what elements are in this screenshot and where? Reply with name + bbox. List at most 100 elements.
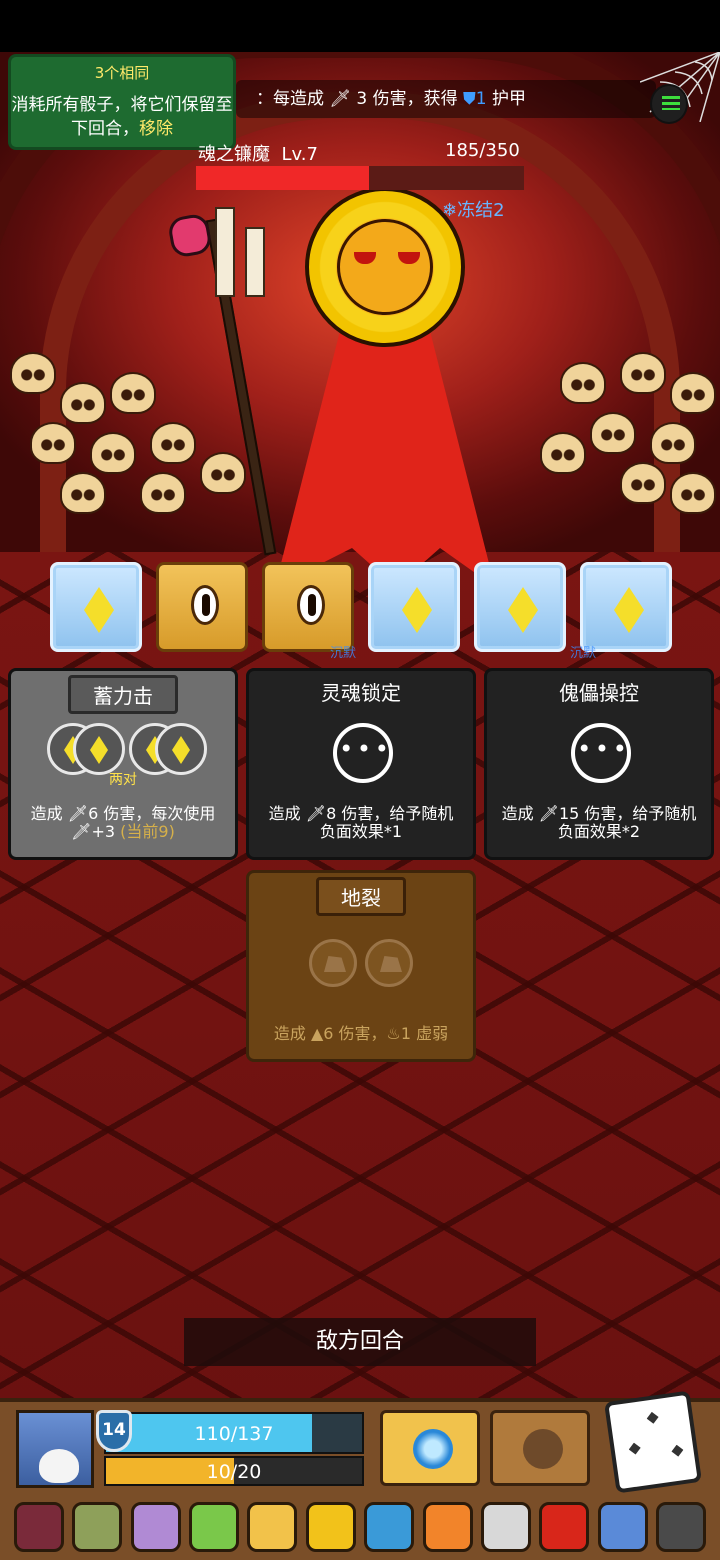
skull-pile-icon	[670, 472, 716, 514]
card-title: 灵魂锁定	[321, 681, 401, 705]
hint-text: 消耗所有骰子，将它们保留至下回合，移除	[11, 95, 233, 139]
menu-list-icon[interactable]	[650, 84, 688, 124]
silence-label: 沉默	[330, 646, 357, 661]
diamond-face-icon	[84, 587, 114, 633]
skull-pile-icon	[620, 352, 666, 394]
die-frozen[interactable]	[50, 562, 142, 652]
boss-hp-bar	[196, 166, 524, 190]
boss-eye	[354, 252, 376, 264]
swirl-icon	[413, 1429, 453, 1469]
boss-sprite[interactable]	[166, 187, 525, 597]
skull-pile-icon	[620, 462, 666, 504]
boss-eye	[398, 252, 420, 264]
roll-dice-button[interactable]	[604, 1390, 702, 1494]
diamond-face-icon	[402, 587, 432, 633]
skull-pile-icon	[60, 472, 106, 514]
snowflake-icon: ❄	[442, 200, 458, 221]
wand-icon[interactable]	[480, 1502, 531, 1552]
sword-icon: 🗡	[67, 804, 89, 823]
wizard-beard	[39, 1449, 79, 1483]
amulet-icon[interactable]	[364, 1502, 415, 1552]
spellbook-icon[interactable]	[14, 1502, 64, 1552]
dice-slot[interactable]	[155, 723, 207, 775]
player-xp-bar: 10/20	[104, 1456, 364, 1486]
skill-card-soul-lock[interactable]: 灵魂锁定 造成 🗡8 伤害，给予随机 负面效果*1	[246, 668, 476, 860]
rock-slot-icon[interactable]	[309, 939, 357, 987]
mask-icon[interactable]	[72, 1502, 123, 1552]
die-locked[interactable]	[156, 562, 248, 652]
card-description: 造成 ▲6 伤害，♨1 虚弱	[273, 1024, 449, 1043]
skull-pile-icon	[650, 422, 696, 464]
die-frozen[interactable]	[368, 562, 460, 652]
player-hp-text: 110/137	[194, 1423, 274, 1445]
diamond-icon	[90, 736, 108, 764]
rock-icon	[523, 1429, 563, 1469]
player-hp-bar: 110/137	[104, 1412, 364, 1454]
unknown-dice-icon	[333, 723, 393, 783]
skill-card-puppet-control[interactable]: 傀儡操控 造成 🗡15 伤害，给予随机 负面效果*2	[484, 668, 714, 860]
card-description: 造成 🗡8 伤害，给予随机 负面效果*1	[268, 804, 454, 841]
skull-pile-icon	[90, 432, 136, 474]
skull-pile-icon	[540, 432, 586, 474]
pumpkin-face	[337, 219, 433, 315]
skull-pile-icon	[590, 412, 636, 454]
flame-icon[interactable]	[422, 1502, 473, 1552]
orb-icon[interactable]	[597, 1502, 648, 1552]
dice-tray	[50, 562, 672, 652]
diamond-face-icon	[508, 587, 538, 633]
die-pip	[671, 1444, 685, 1458]
candle-icon	[215, 207, 235, 297]
die-pip	[646, 1411, 660, 1425]
die-frozen[interactable]	[580, 562, 672, 652]
skull-book-icon[interactable]	[655, 1502, 706, 1552]
skull-pile-icon	[140, 472, 186, 514]
die-frozen[interactable]	[474, 562, 566, 652]
skull-pile-icon	[10, 352, 56, 394]
shield-icon: ⛊	[463, 89, 476, 109]
boss-robe	[275, 327, 495, 587]
skull-pile-icon	[110, 372, 156, 414]
player-avatar[interactable]	[16, 1410, 94, 1488]
skull-pile-icon	[30, 422, 76, 464]
candle-icon	[245, 227, 265, 297]
weak-icon: ♨	[386, 1024, 401, 1043]
sword-icon: 🗡	[538, 804, 559, 823]
hint-title: 3个相同	[94, 64, 150, 82]
skill-card-charge-strike[interactable]: 蓄力击 两对 造成 🗡6 伤害，每次使用 🗡+3 (当前9)	[8, 668, 238, 860]
card-title: 地裂	[316, 877, 406, 916]
skill-card-earth-rift[interactable]: 地裂 造成 ▲6 伤害，♨1 虚弱	[246, 870, 476, 1062]
diamond-face-icon	[614, 587, 644, 633]
dice-slot[interactable]	[73, 723, 125, 775]
keyhole-icon	[297, 585, 325, 625]
sword-icon: 🗡	[305, 804, 327, 823]
unknown-dice-icon	[571, 723, 631, 783]
skull-pile-icon	[60, 382, 106, 424]
rock-slot-icon[interactable]	[365, 939, 413, 987]
silence-label: 沉默	[570, 646, 597, 661]
die-locked[interactable]	[262, 562, 354, 652]
skull-pile-icon	[670, 372, 716, 414]
combo-tag: 两对	[109, 772, 137, 788]
ring-icon[interactable]	[539, 1502, 590, 1552]
boss-passive-bar: ：每造成 🗡 3 伤害，获得 ⛊1 护甲	[236, 80, 656, 118]
die-pip	[628, 1442, 642, 1456]
card-description: 造成 🗡15 伤害，给予随机 负面效果*2	[501, 804, 697, 841]
card-title: 蓄力击	[68, 675, 178, 714]
card-title: 傀儡操控	[559, 681, 639, 705]
hint-remove-link[interactable]: 移除	[139, 119, 173, 139]
freeze-status: ❄冻结2	[442, 200, 505, 221]
mushroom-icon[interactable]	[247, 1502, 298, 1552]
sword-icon: 🗡	[329, 89, 351, 109]
boss-hp-text: 185/350	[445, 140, 520, 161]
crown-icon[interactable]	[305, 1502, 356, 1552]
card-description: 造成 🗡6 伤害，每次使用 🗡+3 (当前9)	[30, 804, 216, 841]
boot-icon[interactable]	[130, 1502, 181, 1552]
reroll-skill-button[interactable]	[380, 1410, 480, 1486]
relic-bar	[14, 1498, 706, 1556]
sword-icon: 🗡	[71, 822, 92, 841]
secondary-skill-button[interactable]	[490, 1410, 590, 1486]
boss-head	[305, 187, 465, 347]
keyhole-icon	[191, 585, 219, 625]
leaf-icon[interactable]	[189, 1502, 240, 1552]
diamond-icon	[172, 736, 190, 764]
